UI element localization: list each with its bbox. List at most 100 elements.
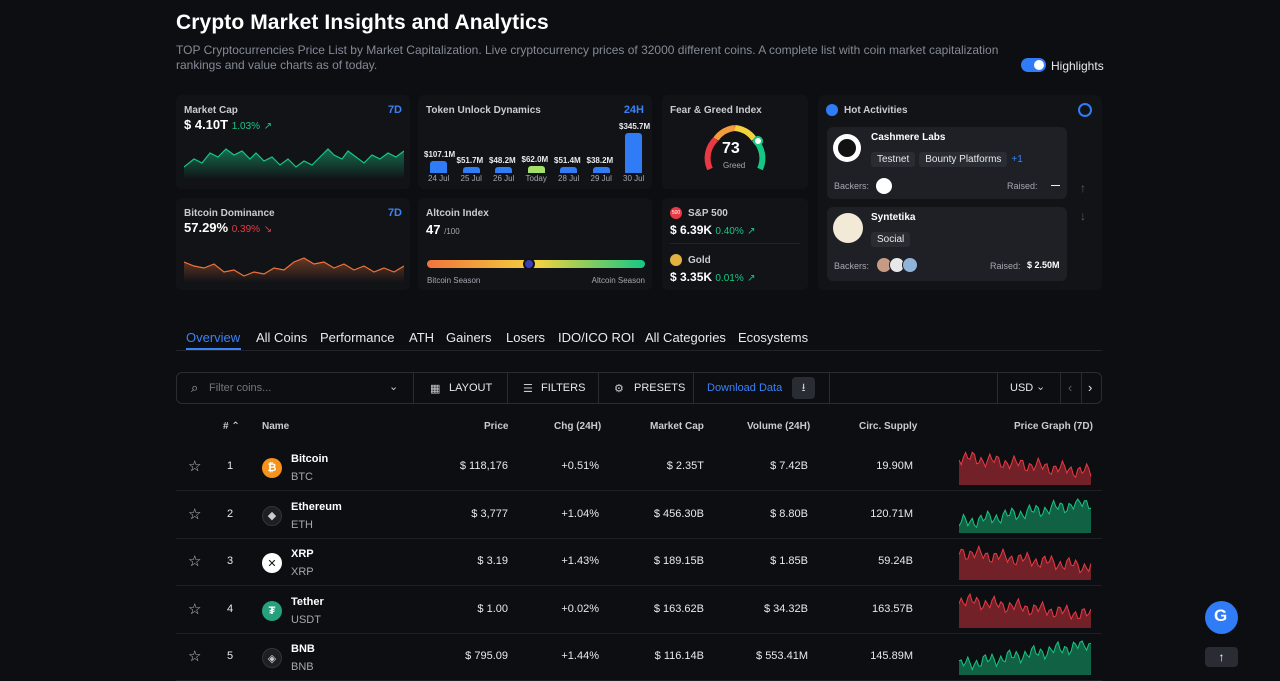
unlock-value-label: $48.2M (489, 156, 516, 165)
coin-name[interactable]: BNB (291, 643, 315, 655)
unlock-bar[interactable] (495, 167, 512, 173)
backer-avatar (876, 178, 892, 194)
chevron-down-icon[interactable]: ⌄ (389, 380, 398, 393)
table-row[interactable]: ☆ 1 ₿ Bitcoin BTC $ 118,176 +0.51% $ 2.35T $ 7.4… (176, 443, 1102, 491)
coin-market-cap: $ 456.30B (653, 507, 704, 520)
card-title: Bitcoin Dominance (184, 208, 275, 219)
favorite-star-icon[interactable]: ☆ (188, 552, 201, 570)
tab-ath[interactable]: ATH (409, 330, 434, 345)
unlock-date-label: 25 Jul (460, 174, 482, 183)
coin-name[interactable]: Bitcoin (291, 453, 328, 465)
carousel-indicator-icon[interactable] (1078, 103, 1092, 117)
coin-volume: $ 8.80B (770, 507, 808, 520)
coin-change: +1.44% (561, 650, 599, 662)
tab-ido-ico-roi[interactable]: IDO/ICO ROI (558, 330, 635, 345)
download-icon[interactable]: ⭳ (792, 377, 815, 399)
unlock-bar[interactable] (592, 167, 610, 173)
unlock-value-label: $51.4M (554, 156, 581, 165)
unlock-bar[interactable] (462, 167, 480, 173)
chevron-right-icon[interactable]: › (1088, 380, 1092, 395)
syntetika-logo (833, 213, 863, 243)
chevron-down-icon: ⌄ (1036, 381, 1046, 393)
presets-button[interactable]: ⚙ PRESETS (599, 373, 692, 403)
scroll-to-top-button[interactable]: ↑ (1205, 647, 1238, 667)
table-row[interactable]: ☆ 3 ✕ XRP XRP $ 3.19 +1.43% $ 189.15B $ 1.85B 59.… (176, 538, 1102, 586)
coin-volume: $ 7.42B (770, 460, 808, 472)
unlock-date-label: 29 Jul (590, 174, 612, 183)
coin-name[interactable]: Ethereum (291, 501, 342, 513)
project-name: Cashmere Labs (871, 132, 946, 143)
unlock-bar[interactable] (625, 133, 642, 173)
project-name: Syntetika (871, 212, 916, 223)
unlock-bar[interactable] (430, 160, 447, 173)
arrow-up-right-icon: ↗ (263, 121, 273, 132)
gold-value: $ 3.35K 0.01% ↗ (670, 270, 756, 284)
filter-coins-input[interactable] (209, 379, 389, 397)
column-header-name[interactable]: Name (262, 421, 289, 432)
backers-label: Backers: (834, 261, 870, 271)
search-icon: ⌕ (191, 380, 199, 395)
unlock-bar[interactable] (527, 165, 545, 173)
coin-price: $ 3,777 (471, 507, 508, 520)
column-header-supply[interactable]: Circ. Supply (859, 421, 917, 432)
coin-logo-icon: ✕ (262, 553, 282, 573)
filters-button[interactable]: ☰ FILTERS (508, 373, 598, 403)
column-header-change[interactable]: Chg (24H) (554, 421, 601, 432)
unlock-bar[interactable] (560, 167, 577, 173)
tab-gainers[interactable]: Gainers (446, 330, 492, 345)
coin-name[interactable]: XRP (291, 548, 314, 560)
market-cap-card[interactable]: Market Cap 7D $ 4.10T 1.03% ↗ (176, 95, 410, 189)
highlights-label: Highlights (1051, 59, 1104, 73)
fear-greed-label: Greed (723, 161, 746, 170)
favorite-star-icon[interactable]: ☆ (188, 505, 201, 523)
favorite-star-icon[interactable]: ☆ (188, 600, 201, 618)
filters-icon: ☰ (523, 383, 533, 395)
token-unlock-card[interactable]: Token Unlock Dynamics 24H $107.1M 24 Jul $… (418, 95, 652, 189)
favorite-star-icon[interactable]: ☆ (188, 457, 201, 475)
hot-activity-item[interactable]: Cashmere Labs Testnet Bounty Platforms +1 … (827, 127, 1067, 199)
unlock-date-label: 26 Jul (493, 174, 515, 183)
column-header-price[interactable]: Price (484, 421, 508, 432)
active-tab-indicator (186, 348, 241, 350)
unlock-date-label: 28 Jul (558, 174, 580, 183)
layout-button[interactable]: ▦ LAYOUT (414, 373, 506, 403)
period-7d[interactable]: 7D (388, 104, 402, 116)
tab-all-categories[interactable]: All Categories (645, 330, 726, 345)
table-row[interactable]: ☆ 5 ◈ BNB BNB $ 795.09 +1.44% $ 116.14B $ 553.41… (176, 633, 1102, 681)
table-row[interactable]: ☆ 4 ₮ Tether USDT $ 1.00 +0.02% $ 163.62B $ 34.3… (176, 586, 1102, 634)
tab-ecosystems[interactable]: Ecosystems (738, 330, 808, 345)
currency-select[interactable]: USD ⌄ (998, 373, 1060, 403)
highlights-toggle[interactable] (1021, 58, 1046, 72)
column-header-market-cap[interactable]: Market Cap (650, 421, 704, 432)
coin-volume: $ 553.41M (756, 650, 808, 662)
fear-greed-card[interactable]: Fear & Greed Index 73 Greed (662, 95, 808, 189)
tab-losers[interactable]: Losers (506, 330, 545, 345)
tab-all-coins[interactable]: All Coins (256, 330, 307, 345)
unlock-value-label: $345.7M (619, 122, 651, 131)
coin-name[interactable]: Tether (291, 596, 324, 608)
sp500-label: S&P 500 (688, 208, 728, 219)
tab-performance[interactable]: Performance (320, 330, 394, 345)
arrow-up-icon[interactable]: ↑ (1080, 181, 1086, 195)
chevron-left-icon[interactable]: ‹ (1068, 380, 1072, 395)
btc-dominance-change: 0.39% (231, 224, 261, 235)
tab-overview[interactable]: Overview (186, 330, 240, 345)
column-header-rank[interactable]: # ⌃ (223, 421, 240, 432)
favorite-star-icon[interactable]: ☆ (188, 647, 201, 665)
hot-activity-item[interactable]: Syntetika Social Backers: Raised: $ 2.50… (827, 207, 1067, 281)
row-rank: 4 (227, 602, 234, 615)
period-24h[interactable]: 24H (624, 104, 644, 116)
backers-label: Backers: (834, 181, 870, 191)
table-row[interactable]: ☆ 2 ◆ Ethereum ETH $ 3,777 +1.04% $ 456.30B $ 8.… (176, 491, 1102, 539)
sp500-gold-card[interactable]: 500 S&P 500 $ 6.39K 0.40% ↗ Gold $ 3.35K… (662, 198, 808, 290)
bitcoin-dominance-card[interactable]: Bitcoin Dominance 7D 57.29% 0.39% ↘ (176, 198, 410, 290)
support-chat-button[interactable]: G (1205, 601, 1238, 634)
period-7d[interactable]: 7D (388, 207, 402, 219)
divider (670, 243, 800, 244)
download-data-link[interactable]: Download Data (707, 382, 782, 394)
column-header-volume[interactable]: Volume (24H) (747, 421, 810, 432)
altcoin-index-card[interactable]: Altcoin Index 47 /100 Bitcoin Season Alt… (418, 198, 652, 290)
tabs-divider (176, 350, 1102, 351)
sp500-value: $ 6.39K 0.40% ↗ (670, 223, 756, 237)
arrow-down-icon[interactable]: ↓ (1080, 209, 1086, 223)
